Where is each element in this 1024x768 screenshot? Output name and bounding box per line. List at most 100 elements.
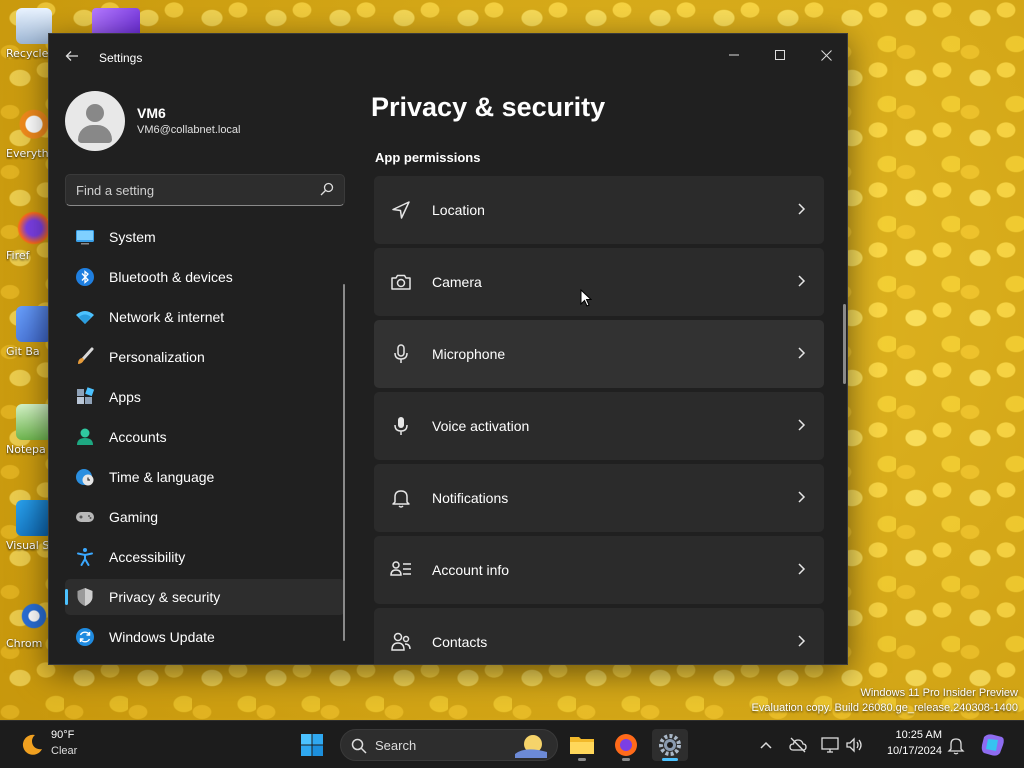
section-label: App permissions xyxy=(375,150,481,165)
clock-date[interactable]: 10/17/2024 xyxy=(872,745,942,757)
accounts-icon xyxy=(77,428,93,445)
bell-icon xyxy=(392,490,410,508)
accessibility-icon xyxy=(77,548,93,566)
sidebar-nav: System Bluetooth & devices Network & int… xyxy=(65,219,345,659)
weather-condition[interactable]: Clear xyxy=(51,745,77,757)
permission-voice-activation[interactable]: Voice activation xyxy=(374,392,824,460)
minimize-button[interactable] xyxy=(711,40,757,70)
maximize-button[interactable] xyxy=(757,40,803,70)
permission-location[interactable]: Location xyxy=(374,176,824,244)
system-icon xyxy=(76,230,94,245)
watermark-line-1: Windows 11 Pro Insider Preview xyxy=(860,687,1018,699)
sidebar-item-windows-update[interactable]: Windows Update xyxy=(65,619,345,655)
volume-icon[interactable] xyxy=(844,735,864,755)
cloud-offline-icon[interactable] xyxy=(788,735,808,755)
settings-window: Settings VM6 VM6@collabnet.local System … xyxy=(48,33,848,665)
location-arrow-icon xyxy=(392,201,410,219)
windows-start-icon[interactable] xyxy=(300,733,324,757)
taskbar-file-explorer[interactable] xyxy=(564,729,600,761)
copilot-icon[interactable] xyxy=(980,733,1006,757)
close-button[interactable] xyxy=(803,40,847,70)
permission-camera[interactable]: Camera xyxy=(374,248,824,316)
sidebar-item-time-language[interactable]: Time & language xyxy=(65,459,345,495)
permission-account-info[interactable]: Account info xyxy=(374,536,824,604)
vscode-icon xyxy=(16,500,52,536)
folder-icon xyxy=(570,737,594,754)
search-icon[interactable] xyxy=(320,182,334,196)
permission-label: Voice activation xyxy=(432,418,530,434)
user-email: VM6@collabnet.local xyxy=(137,124,241,136)
desktop-icon-label: Chrom xyxy=(6,637,43,650)
avatar-head xyxy=(86,104,104,122)
taskbar-search[interactable]: Search xyxy=(340,729,558,761)
desktop-icon-label: Firef xyxy=(6,249,30,262)
network-icon[interactable] xyxy=(820,735,840,755)
visual-studio-icon[interactable] xyxy=(92,8,140,36)
chevron-right-icon xyxy=(798,347,806,359)
sidebar-item-gaming[interactable]: Gaming xyxy=(65,499,345,535)
sidebar-item-label: System xyxy=(109,229,156,245)
chevron-up-icon[interactable] xyxy=(756,735,776,755)
sidebar-item-label: Time & language xyxy=(109,469,215,485)
git-bash-icon xyxy=(16,306,52,342)
back-button[interactable] xyxy=(61,48,83,68)
clock-time[interactable]: 10:25 AM xyxy=(872,729,942,741)
search-input[interactable] xyxy=(66,175,306,205)
recycle-bin-icon xyxy=(16,8,52,44)
sidebar-item-personalization[interactable]: Personalization xyxy=(65,339,345,375)
chevron-right-icon xyxy=(798,635,806,647)
globe-clock-icon xyxy=(76,469,94,486)
mouse-cursor-icon xyxy=(580,289,592,307)
taskbar-firefox[interactable] xyxy=(608,729,644,761)
main-scrollbar[interactable] xyxy=(843,304,846,384)
apps-icon xyxy=(77,387,95,404)
desktop-icon-label: Visual St Cod xyxy=(6,539,50,552)
sidebar-scrollbar[interactable] xyxy=(343,284,345,641)
sidebar-item-label: Windows Update xyxy=(109,629,215,645)
minimize-icon xyxy=(729,54,739,56)
shield-icon xyxy=(77,588,93,606)
gear-icon xyxy=(659,734,681,756)
permission-label: Notifications xyxy=(432,490,509,506)
running-indicator xyxy=(578,758,586,761)
search-icon xyxy=(351,738,367,754)
avatar[interactable] xyxy=(65,91,125,151)
voice-microphone-icon xyxy=(394,417,408,435)
notification-bell-icon[interactable] xyxy=(946,735,966,755)
sidebar-item-label: Bluetooth & devices xyxy=(109,269,233,285)
sidebar-item-label: Accessibility xyxy=(109,549,186,565)
permission-label: Contacts xyxy=(432,634,488,650)
taskbar-settings[interactable] xyxy=(652,729,688,761)
sidebar-item-system[interactable]: System xyxy=(65,219,345,255)
chrome-icon xyxy=(16,598,52,634)
user-name: VM6 xyxy=(137,105,166,121)
sidebar-item-network[interactable]: Network & internet xyxy=(65,299,345,335)
sidebar-item-accessibility[interactable]: Accessibility xyxy=(65,539,345,575)
sidebar-item-accounts[interactable]: Accounts xyxy=(65,419,345,455)
sidebar-item-label: Accounts xyxy=(109,429,167,445)
sidebar-item-bluetooth[interactable]: Bluetooth & devices xyxy=(65,259,345,295)
maximize-icon xyxy=(775,50,785,60)
active-indicator xyxy=(662,758,678,761)
permission-contacts[interactable]: Contacts xyxy=(374,608,824,664)
account-info-icon xyxy=(390,561,411,576)
chevron-right-icon xyxy=(798,563,806,575)
sidebar-item-label: Privacy & security xyxy=(109,589,221,605)
desktop-icon-label: Everyth xyxy=(6,147,49,160)
taskbar: 90°F Clear Search 10:25 AM 10/17/2024 xyxy=(0,720,1024,768)
sidebar-item-apps[interactable]: Apps xyxy=(65,379,345,415)
watermark-line-2: Evaluation copy. Build 26080.ge_release.… xyxy=(751,702,1018,714)
avatar-body xyxy=(78,125,112,143)
chevron-right-icon xyxy=(798,419,806,431)
permission-notifications[interactable]: Notifications xyxy=(374,464,824,532)
sidebar-item-label: Personalization xyxy=(109,349,205,365)
bluetooth-icon xyxy=(76,268,94,286)
sidebar-item-privacy-security[interactable]: Privacy & security xyxy=(65,579,345,615)
desktop-icon-label: Git Ba xyxy=(6,345,40,358)
permission-microphone[interactable]: Microphone xyxy=(374,320,824,388)
desktop-icon-label: Recycle xyxy=(6,47,49,60)
moon-weather-icon[interactable] xyxy=(20,733,44,757)
weather-temperature[interactable]: 90°F xyxy=(51,729,74,741)
wifi-icon xyxy=(76,311,94,324)
evaluation-watermark: Windows 11 Pro Insider Preview Evaluatio… xyxy=(752,686,1018,716)
